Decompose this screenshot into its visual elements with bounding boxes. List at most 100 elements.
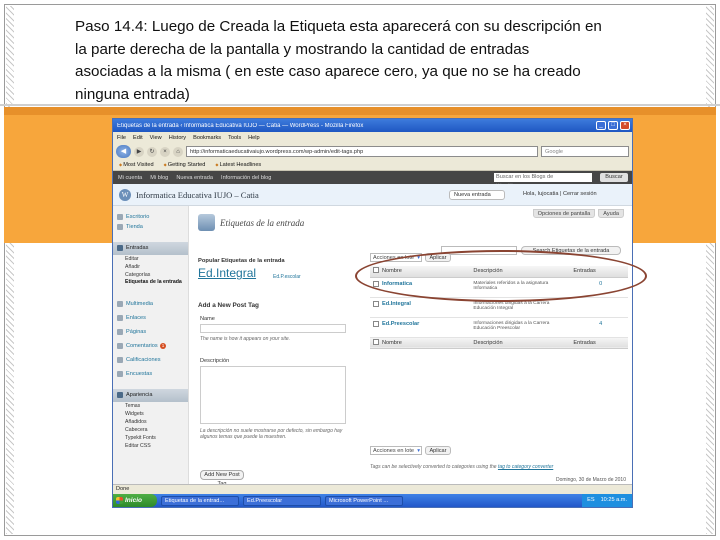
row-checkbox[interactable] xyxy=(373,300,379,307)
sidebar-sub-typekit[interactable]: Typekit Fonts xyxy=(113,434,188,442)
tags-page-icon xyxy=(198,214,215,231)
slide-caption: Paso 14.4: Luego de Creada la Etiqueta e… xyxy=(75,16,675,106)
tag-description: Informaciones dirigidas a la Carrera Edu… xyxy=(470,317,571,338)
back-icon[interactable]: ◀ xyxy=(116,145,131,158)
sidebar-sub-cabecera[interactable]: Cabecera xyxy=(113,426,188,434)
bulk-action-select-bottom[interactable]: Acciones en lote xyxy=(370,446,422,455)
comentarios-label: Comentarios xyxy=(126,343,158,349)
menu-edit[interactable]: Edit xyxy=(133,135,143,141)
sidebar-item-apariencia[interactable]: Apariencia xyxy=(113,389,188,402)
reload-icon[interactable]: ↻ xyxy=(147,146,157,157)
comments-count-badge: 1 xyxy=(159,343,167,349)
main-content: Opciones de pantalla Ayuda Etiquetas de … xyxy=(194,206,630,504)
table-footer-row: Nombre Descripción Entradas xyxy=(370,337,628,349)
converter-note: Tags can be selectively converted to cat… xyxy=(370,464,580,470)
select-all-checkbox-bottom[interactable] xyxy=(373,338,379,345)
sidebar-sub-editar-css[interactable]: Editar CSS xyxy=(113,442,188,450)
sidebar-item-multimedia[interactable]: Multimedia xyxy=(113,299,188,309)
adminbar-my-blog[interactable]: Mi blog xyxy=(150,175,168,181)
sidebar-item-encuestas[interactable]: Encuestas xyxy=(113,369,188,379)
maximize-icon[interactable]: □ xyxy=(608,121,618,130)
add-tag-title: Add a New Post Tag xyxy=(198,302,259,309)
window-titlebar: Etiquetas de la entrada ‹ Informatica Ed… xyxy=(113,119,632,132)
tag-cloud-ed-integral[interactable]: Ed.Integral xyxy=(198,266,256,280)
tag-converter-link[interactable]: tag to category converter xyxy=(498,464,553,470)
menu-history[interactable]: History xyxy=(169,135,186,141)
sidebar-item-comentarios[interactable]: Comentarios 1 xyxy=(113,341,188,351)
footer-name[interactable]: Nombre xyxy=(379,337,471,349)
minimize-icon[interactable]: _ xyxy=(596,121,606,130)
taskbar-item-powerpoint[interactable]: Microsoft PowerPoint ... xyxy=(325,495,403,506)
bookmark-most-visited[interactable]: Most Visited xyxy=(119,162,153,168)
sidebar-sub-temas[interactable]: Temas xyxy=(113,402,188,410)
row-checkbox-cell xyxy=(370,317,379,338)
tag-cloud-ed-preescolar[interactable]: Ed.P.escolar xyxy=(273,274,301,280)
tag-entry-count[interactable]: 4 xyxy=(570,317,628,338)
site-title[interactable]: Informatica Educativa IUJO – Catia xyxy=(136,190,259,200)
wordpress-logo-icon: W xyxy=(119,188,131,201)
tag-name-input[interactable] xyxy=(200,324,346,333)
footer-description[interactable]: Descripción xyxy=(470,337,571,349)
sidebar-sub-widgets[interactable]: Widgets xyxy=(113,410,188,418)
adminbar-blog-info[interactable]: Información del blog xyxy=(221,175,271,181)
menu-help[interactable]: Help xyxy=(248,135,260,141)
windows-taskbar: Inicio Etiquetas de la entrad... Ed.Pree… xyxy=(113,494,632,507)
screen-options-button[interactable]: Opciones de pantalla xyxy=(532,209,596,218)
footer-entries[interactable]: Entradas xyxy=(570,337,628,349)
address-bar[interactable]: http://informaticaeducativaiujo.wordpres… xyxy=(186,146,538,157)
row-checkbox[interactable] xyxy=(373,320,379,327)
start-button[interactable]: Inicio xyxy=(113,494,157,507)
tray-clock: 10:25 a.m. xyxy=(600,497,627,503)
stop-icon[interactable]: × xyxy=(160,146,170,157)
caption-line-4: ninguna entrada) xyxy=(75,85,190,103)
bookmark-getting-started[interactable]: Getting Started xyxy=(164,162,206,168)
adminbar-my-account[interactable]: Mi cuenta xyxy=(118,175,142,181)
menu-bookmarks[interactable]: Bookmarks xyxy=(193,135,221,141)
adminbar-search-input[interactable]: Buscar en los Blogs de WordPress.com xyxy=(494,173,592,189)
add-new-tag-button[interactable]: Add New Post Tag xyxy=(200,470,244,487)
caption-divider xyxy=(0,104,720,106)
wp-admin-bar: Mi cuenta Mi blog Nueva entrada Informac… xyxy=(113,171,632,189)
tag-entry-count[interactable] xyxy=(570,297,628,318)
sidebar-item-escritorio[interactable]: Escritorio xyxy=(113,212,188,222)
sidebar-item-paginas[interactable]: Páginas xyxy=(113,327,188,337)
wp-admin-body: Escritorio Tienda Entradas Editar Añadir… xyxy=(113,206,632,504)
search-box[interactable]: Google xyxy=(541,146,629,157)
taskbar-item-folder[interactable]: Ed.Preescolar xyxy=(243,495,321,506)
adminbar-new-post[interactable]: Nueva entrada xyxy=(176,175,213,181)
menu-view[interactable]: View xyxy=(150,135,162,141)
window-title: Etiquetas de la entrada ‹ Informatica Ed… xyxy=(117,122,364,129)
sidebar-item-tienda[interactable]: Tienda xyxy=(113,222,188,232)
firefox-window: Etiquetas de la entrada ‹ Informatica Ed… xyxy=(112,118,633,508)
bookmark-latest-headlines[interactable]: Latest Headlines xyxy=(215,162,262,168)
adminbar-search-button[interactable]: Buscar xyxy=(600,173,628,182)
sidebar-sub-editar[interactable]: Editar xyxy=(113,255,188,263)
sidebar-sub-anadir[interactable]: Añadir xyxy=(113,263,188,271)
tag-name-link[interactable]: Ed.Preescolar xyxy=(379,317,471,338)
user-greeting[interactable]: Hola, Iujocatia | Cerrar sesión xyxy=(523,191,597,197)
sidebar-item-calificaciones[interactable]: Calificaciones xyxy=(113,355,188,365)
orange-band-top xyxy=(4,107,716,115)
slide-hatch-right xyxy=(706,6,714,534)
menu-file[interactable]: File xyxy=(117,135,126,141)
caption-line-1: Paso 14.4: Luego de Creada la Etiqueta e… xyxy=(75,18,602,35)
sidebar-sub-anadidos[interactable]: Añadidos xyxy=(113,418,188,426)
favorites-dropdown[interactable]: Nueva entrada xyxy=(449,190,505,200)
sidebar-item-enlaces[interactable]: Enlaces xyxy=(113,313,188,323)
menu-tools[interactable]: Tools xyxy=(228,135,241,141)
tag-description-textarea[interactable] xyxy=(200,366,346,424)
row-checkbox-cell xyxy=(370,297,379,318)
description-label: Descripción xyxy=(200,358,230,364)
sidebar-sub-categorias[interactable]: Categorías xyxy=(113,271,188,279)
close-icon[interactable]: × xyxy=(620,121,630,130)
home-icon[interactable]: ⌂ xyxy=(173,146,183,157)
taskbar-item-firefox[interactable]: Etiquetas de la entrad... xyxy=(161,495,239,506)
footer-checkbox-cell xyxy=(370,337,379,349)
sidebar-item-entradas[interactable]: Entradas xyxy=(113,242,188,255)
apply-button-bottom[interactable]: Aplicar xyxy=(425,446,451,455)
tray-language[interactable]: ES xyxy=(587,494,594,507)
help-button[interactable]: Ayuda xyxy=(598,209,624,218)
sidebar-sub-etiquetas[interactable]: Etiquetas de la entrada xyxy=(113,279,188,293)
forward-icon[interactable]: ▶ xyxy=(134,146,144,157)
table-row: Ed.Preescolar Informaciones dirigidas a … xyxy=(370,317,628,338)
